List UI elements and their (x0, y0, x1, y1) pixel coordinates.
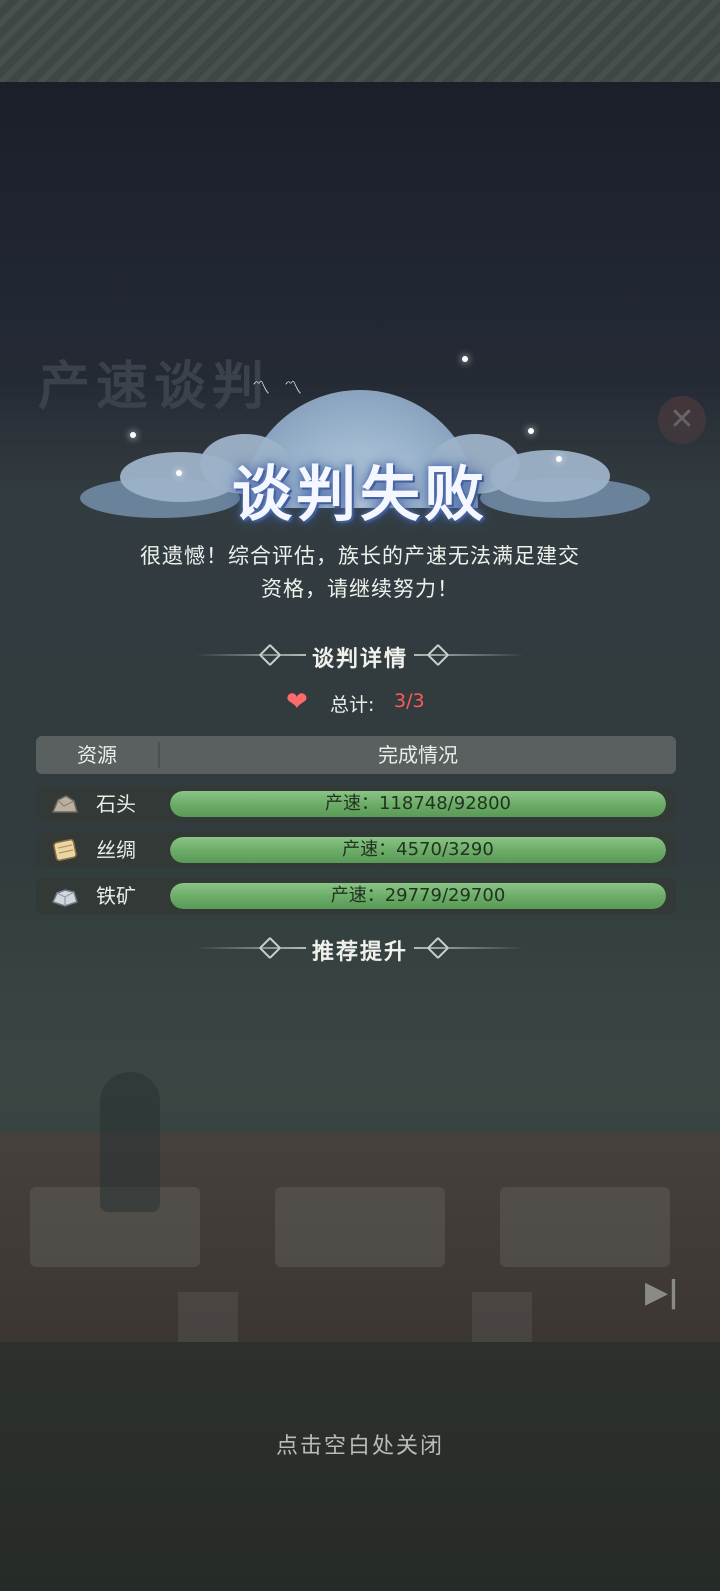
resource-name: 丝绸 (96, 838, 136, 862)
resource-name: 石头 (96, 792, 136, 816)
birds-icon: 〽〽 (252, 378, 316, 399)
skip-icon[interactable]: ▶| (642, 1273, 682, 1313)
resource-row-silk: 丝绸 产速：4570/3290 (36, 832, 676, 868)
progress-text: 产速：4570/3290 (342, 839, 494, 860)
recommend-section-title[interactable]: 推荐提升 (0, 934, 720, 966)
result-title: 谈判失败 (232, 460, 488, 530)
progress-text: 产速：118748/92800 (324, 793, 512, 814)
column-header-status: 完成情况 (378, 743, 458, 767)
star-decoration (130, 432, 136, 438)
progress-bar: 产速：118748/92800 (170, 791, 666, 817)
close-hint[interactable]: 点击空白处关闭 (0, 1428, 720, 1460)
progress-bar: 产速：29779/29700 (170, 883, 666, 909)
column-header-resource: 资源 (77, 743, 117, 767)
star-decoration (528, 428, 534, 434)
ornament-line-right (414, 654, 524, 656)
resource-name: 铁矿 (96, 884, 136, 908)
ornament-line-right (414, 947, 524, 949)
background-character (100, 1072, 160, 1212)
silk-icon (50, 836, 80, 864)
heart-icon: ❤ (286, 687, 308, 717)
progress-text: 产速：29779/29700 (330, 885, 506, 906)
total-row: ❤ 总计: 3/3 (0, 688, 720, 718)
total-value: 3/3 (394, 690, 425, 712)
top-pattern-band (0, 0, 720, 82)
iron-ore-icon (50, 882, 80, 910)
table-header: 资源 完成情况 (36, 736, 676, 774)
stone-icon (50, 790, 80, 818)
progress-bar: 产速：4570/3290 (170, 837, 666, 863)
resource-row-iron-ore: 铁矿 产速：29779/29700 (36, 878, 676, 914)
details-section-title: 谈判详情 (311, 647, 408, 672)
total-label: 总计: (330, 694, 375, 716)
bottom-area[interactable] (0, 1342, 720, 1591)
resource-row-stone: 石头 产速：118748/92800 (36, 786, 676, 822)
background-tile (275, 1187, 445, 1267)
result-message: 很遗憾！综合评估，族长的产速无法满足建交资格，请继续努力！ (140, 544, 580, 601)
background-tile (500, 1187, 670, 1267)
star-decoration (462, 356, 468, 362)
